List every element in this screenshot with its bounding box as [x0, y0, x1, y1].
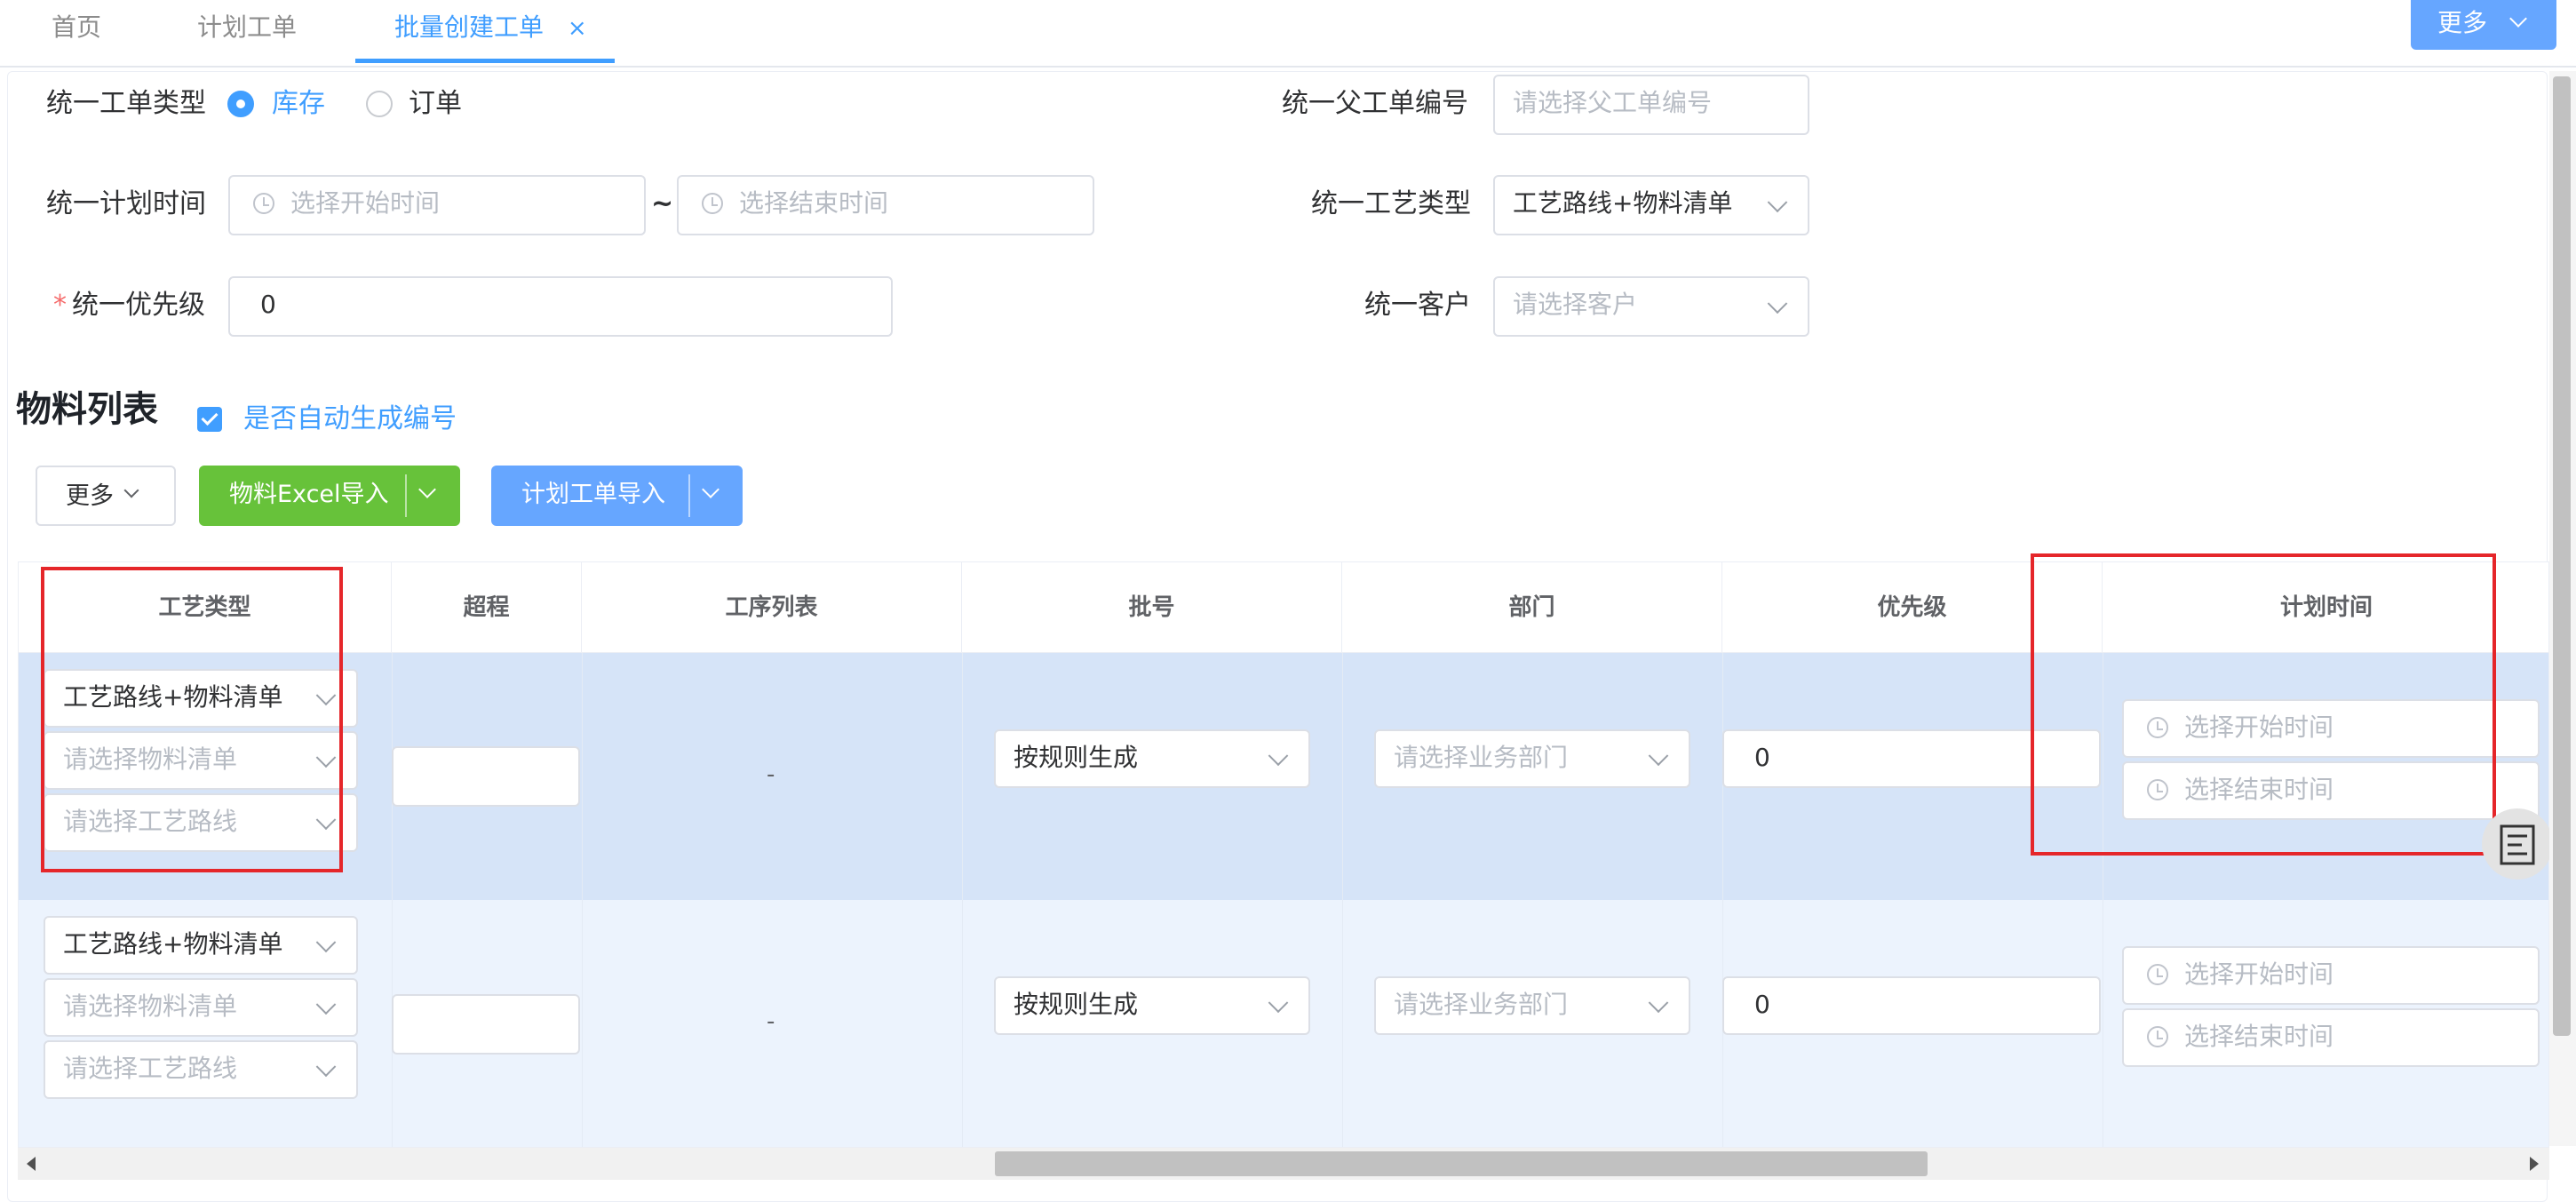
more-button[interactable]: 更多: [36, 466, 176, 526]
floating-document-button[interactable]: [2482, 808, 2553, 880]
row2-start-time-input[interactable]: 选择开始时间: [2122, 946, 2540, 1005]
chevron-down-icon: [1767, 293, 1788, 314]
craft-type-label: 统一工艺类型: [1311, 188, 1471, 219]
craft-type-select[interactable]: 工艺路线+物料清单: [1493, 175, 1809, 235]
chevron-down-icon[interactable]: [702, 481, 720, 498]
customer-label: 统一客户: [1364, 290, 1471, 321]
document-icon: [2500, 824, 2535, 865]
clock-icon: [2147, 1026, 2168, 1047]
plan-time-label: 统一计划时间: [46, 188, 206, 219]
more-dropdown-button[interactable]: 更多: [2411, 0, 2556, 50]
row2-end-time-input[interactable]: 选择结束时间: [2122, 1008, 2540, 1067]
chevron-down-icon: [1648, 745, 1669, 767]
chevron-down-icon: [315, 994, 337, 1015]
range-separator: ~: [651, 188, 674, 219]
chevron-down-icon: [1268, 745, 1289, 767]
chevron-down-icon: [315, 1056, 337, 1078]
radio-order-label[interactable]: 订单: [409, 79, 462, 129]
row2-craft-select[interactable]: 工艺路线+物料清单: [44, 916, 358, 975]
col-header-overrun: 超程: [392, 562, 582, 653]
clock-icon: [2147, 964, 2168, 985]
horizontal-scrollbar-thumb[interactable]: [995, 1151, 1928, 1176]
clock-icon: [702, 193, 723, 214]
row2-batch-select[interactable]: 按规则生成: [994, 976, 1310, 1035]
row1-department-select[interactable]: 请选择业务部门: [1374, 729, 1690, 788]
unified-end-time-input[interactable]: 选择结束时间: [677, 175, 1094, 235]
col-header-department: 部门: [1342, 562, 1722, 653]
tab-bar: 首页 计划工单 批量创建工单 × 更多: [0, 0, 2576, 68]
clock-icon: [253, 193, 274, 214]
row2-process-list: -: [767, 1008, 775, 1035]
row1-process-list: -: [767, 761, 775, 788]
row2-bom-select[interactable]: 请选择物料清单: [44, 978, 358, 1037]
scroll-right-arrow-icon[interactable]: [2530, 1157, 2539, 1171]
priority-input[interactable]: 0: [228, 276, 893, 337]
highlight-box-craft-column: [41, 567, 343, 872]
order-type-label: 统一工单类型: [46, 88, 206, 119]
priority-label: * 统一优先级: [53, 290, 205, 321]
chevron-down-icon: [1767, 192, 1788, 213]
close-icon[interactable]: ×: [568, 15, 587, 42]
vertical-scrollbar-thumb[interactable]: [2553, 76, 2571, 1036]
chevron-down-icon[interactable]: [418, 481, 436, 498]
scroll-left-arrow-icon[interactable]: [27, 1157, 36, 1171]
col-header-batch: 批号: [962, 562, 1342, 653]
auto-number-label[interactable]: 是否自动生成编号: [243, 394, 457, 444]
chevron-down-icon: [123, 482, 139, 498]
active-tab-indicator: [355, 59, 615, 63]
row2-overrun-input[interactable]: [392, 994, 580, 1055]
row1-overrun-input[interactable]: [392, 746, 580, 807]
radio-order[interactable]: [366, 91, 393, 117]
tab-batch-create[interactable]: 批量创建工单 ×: [394, 0, 587, 64]
section-title: 物料列表: [16, 389, 158, 430]
parent-order-input[interactable]: 请选择父工单编号: [1493, 75, 1809, 135]
chevron-down-icon: [2509, 10, 2527, 28]
row2-route-select[interactable]: 请选择工艺路线: [44, 1040, 358, 1099]
row2-priority-input[interactable]: 0: [1722, 976, 2101, 1035]
row2-department-select[interactable]: 请选择业务部门: [1374, 976, 1690, 1035]
col-header-process-list: 工序列表: [582, 562, 962, 653]
unified-start-time-input[interactable]: 选择开始时间: [228, 175, 646, 235]
parent-order-label: 统一父工单编号: [1282, 88, 1468, 119]
radio-stock[interactable]: [227, 91, 254, 117]
tab-home[interactable]: 首页: [52, 0, 101, 64]
chevron-down-icon: [315, 932, 337, 953]
tab-plan-orders[interactable]: 计划工单: [197, 0, 297, 64]
excel-import-button[interactable]: 物料Excel导入: [199, 466, 632, 526]
highlight-box-plan-time-column: [2031, 553, 2496, 856]
chevron-down-icon: [1268, 992, 1289, 1014]
radio-stock-label[interactable]: 库存: [272, 79, 325, 129]
row1-batch-select[interactable]: 按规则生成: [994, 729, 1310, 788]
auto-number-checkbox[interactable]: [197, 407, 222, 432]
customer-select[interactable]: 请选择客户: [1493, 276, 1809, 337]
plan-order-import-button[interactable]: 计划工单导入: [491, 466, 743, 526]
chevron-down-icon: [1648, 992, 1669, 1014]
